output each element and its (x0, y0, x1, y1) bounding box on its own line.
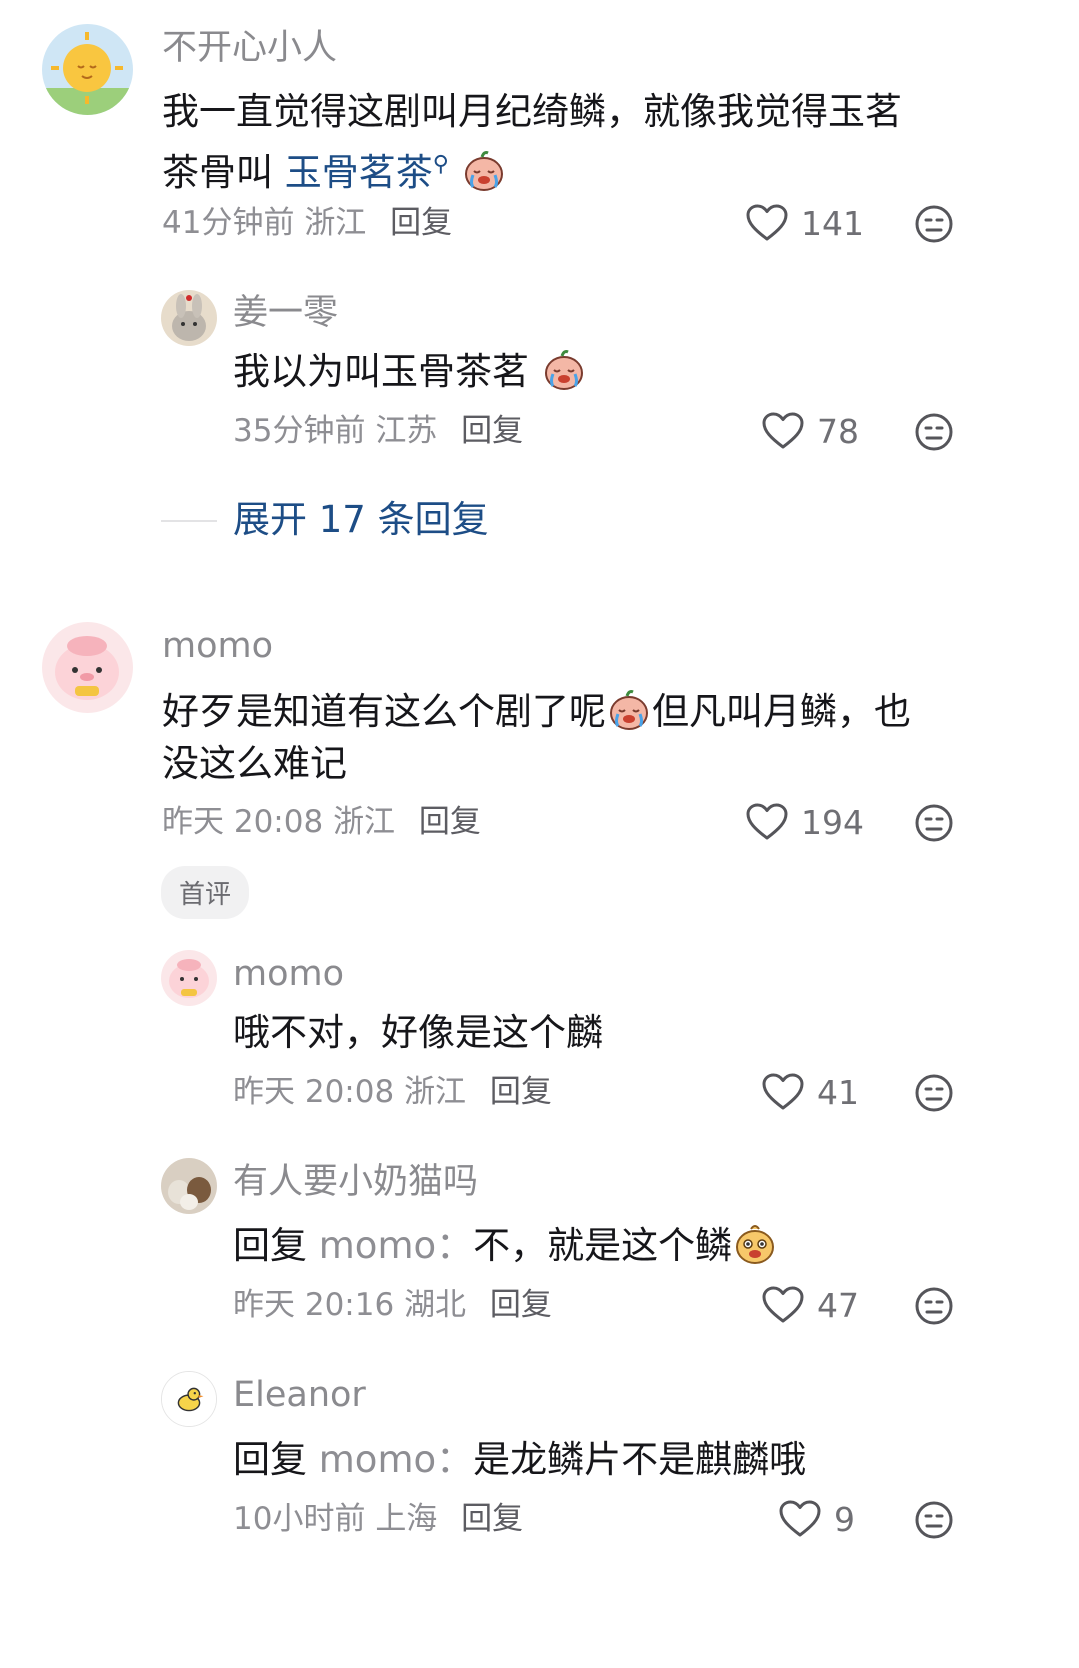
like-count: 47 (817, 1285, 859, 1325)
reply-prefix: 回复 (233, 1438, 307, 1481)
avatar[interactable] (161, 290, 217, 346)
crying-emoji-icon (606, 686, 652, 732)
avatar[interactable] (42, 24, 133, 115)
comment-text: 好歹是知道有这么个剧了呢 但凡叫月鳞，也 (162, 684, 911, 740)
avatar[interactable] (161, 950, 217, 1006)
neutral-face-icon[interactable] (914, 204, 954, 244)
comment-text-prefix: 茶骨叫 (162, 151, 273, 194)
avatar[interactable] (161, 1158, 217, 1214)
location: 浙江 (304, 205, 367, 241)
neutral-face-icon[interactable] (914, 412, 954, 452)
comment-text: 哦不对，好像是这个麟 (233, 1011, 603, 1054)
comment-text: 回复 momo：不，就是这个鳞 (233, 1218, 778, 1274)
comment-text-body: 我以为叫玉骨茶茗 (233, 350, 529, 393)
timestamp: 35分钟前 (233, 413, 366, 449)
like-button[interactable]: 41 (761, 1072, 859, 1112)
expand-replies-button[interactable]: 展开 17 条回复 (233, 498, 489, 542)
reply-button[interactable]: 回复 (419, 804, 481, 840)
timestamp: 昨天 20:08 (233, 1074, 395, 1110)
mention-link[interactable]: momo： (319, 1224, 473, 1267)
crying-emoji-icon (461, 147, 507, 193)
username[interactable]: Eleanor (233, 1375, 366, 1415)
location: 湖北 (404, 1287, 467, 1323)
comment-text-line1: 好歹是知道有这么个剧了呢 (162, 690, 606, 733)
search-icon[interactable]: ⚲ (433, 152, 449, 177)
heart-outline-icon (745, 802, 789, 842)
search-link-text[interactable]: 玉骨茗茶 (285, 151, 433, 194)
reply-button[interactable]: 回复 (490, 1287, 552, 1323)
sun-avatar-icon (42, 24, 133, 115)
cats-avatar-icon (161, 1158, 217, 1214)
heart-outline-icon (745, 203, 789, 243)
like-count: 78 (817, 411, 859, 451)
like-count: 9 (834, 1499, 855, 1539)
reply-prefix: 回复 (233, 1224, 307, 1267)
neutral-face-icon[interactable] (914, 803, 954, 843)
duck-avatar-icon (162, 1372, 216, 1426)
divider (161, 520, 217, 522)
location: 浙江 (404, 1074, 467, 1110)
location: 上海 (375, 1501, 438, 1537)
timestamp: 10小时前 (233, 1501, 366, 1537)
comment-text-body: 是龙鳞片不是麒麟哦 (473, 1438, 807, 1481)
happy-emoji-icon (732, 1220, 778, 1266)
timestamp: 昨天 20:16 (233, 1287, 395, 1323)
comment-text: 我以为叫玉骨茶茗 (233, 344, 587, 400)
rabbit-avatar-icon (161, 290, 217, 346)
comment-text-line2: 茶骨叫 玉骨茗茶⚲ (162, 137, 507, 201)
username[interactable]: momo (162, 626, 273, 666)
timestamp: 昨天 20:08 (162, 804, 324, 840)
comment-text-line1: 我一直觉得这剧叫月纪绮鳞，就像我觉得玉茗 (162, 90, 902, 133)
crying-emoji-icon (541, 346, 587, 392)
search-link[interactable]: 玉骨茗茶⚲ (285, 151, 449, 194)
comment-text: 回复 momo：是龙鳞片不是麒麟哦 (233, 1432, 806, 1488)
username[interactable]: momo (233, 954, 344, 994)
avatar[interactable] (161, 1371, 217, 1427)
comment-meta: 41分钟前 浙江 回复 (162, 205, 452, 241)
comment-meta: 10小时前 上海 回复 (233, 1501, 523, 1537)
pig-avatar-icon (42, 622, 133, 713)
comment-text-line1-suffix: 但凡叫月鳞，也 (652, 690, 911, 733)
timestamp: 41分钟前 (162, 205, 295, 241)
neutral-face-icon[interactable] (914, 1500, 954, 1540)
avatar[interactable] (42, 622, 133, 713)
heart-outline-icon (761, 1072, 805, 1112)
reply-button[interactable]: 回复 (390, 205, 452, 241)
like-button[interactable]: 78 (761, 411, 859, 451)
neutral-face-icon[interactable] (914, 1073, 954, 1113)
heart-outline-icon (761, 1285, 805, 1325)
first-comment-badge: 首评 (161, 866, 250, 919)
username[interactable]: 有人要小奶猫吗 (233, 1162, 478, 1202)
mention-link[interactable]: momo： (319, 1438, 473, 1481)
comment-meta: 35分钟前 江苏 回复 (233, 413, 523, 449)
like-button[interactable]: 9 (778, 1499, 855, 1539)
location: 江苏 (375, 413, 438, 449)
comment-text-body: 不，就是这个鳞 (473, 1224, 733, 1267)
comment-meta: 昨天 20:08 浙江 回复 (162, 804, 481, 840)
like-count: 41 (817, 1072, 859, 1112)
neutral-face-icon[interactable] (914, 1286, 954, 1326)
like-button[interactable]: 141 (745, 203, 864, 243)
comment-text: 我一直觉得这剧叫月纪绮鳞，就像我觉得玉茗 (162, 84, 902, 140)
like-count: 194 (801, 802, 864, 842)
comment-text-line2: 没这么难记 (162, 742, 347, 785)
like-button[interactable]: 194 (745, 802, 864, 842)
username[interactable]: 不开心小人 (162, 28, 337, 68)
pig-avatar-icon (161, 950, 217, 1006)
like-button[interactable]: 47 (761, 1285, 859, 1325)
reply-button[interactable]: 回复 (461, 413, 523, 449)
location: 浙江 (333, 804, 396, 840)
comment-meta: 昨天 20:16 湖北 回复 (233, 1287, 552, 1323)
username[interactable]: 姜一零 (233, 293, 338, 333)
comment-meta: 昨天 20:08 浙江 回复 (233, 1074, 552, 1110)
heart-outline-icon (778, 1499, 822, 1539)
like-count: 141 (801, 203, 864, 243)
reply-button[interactable]: 回复 (490, 1074, 552, 1110)
reply-button[interactable]: 回复 (461, 1501, 523, 1537)
heart-outline-icon (761, 411, 805, 451)
